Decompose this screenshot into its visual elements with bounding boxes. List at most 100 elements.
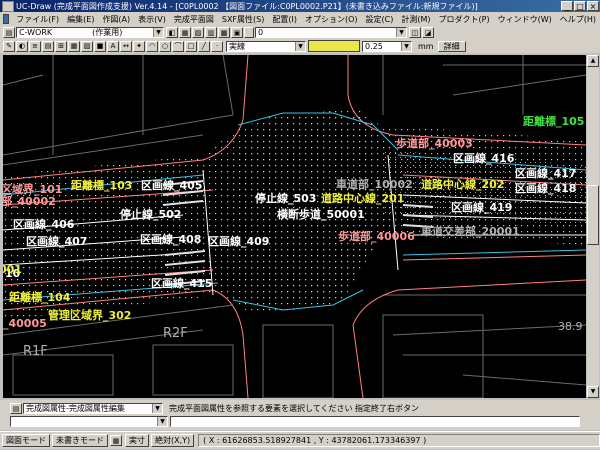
mode-combo[interactable]: 完成図属性-完成図属性編集 ▼ xyxy=(23,403,163,414)
arc-icon[interactable]: ◠ xyxy=(146,40,158,52)
drawing-label: 38.9 xyxy=(558,320,583,333)
layer-list-icon[interactable]: ▦ xyxy=(179,27,191,38)
line-style-icon[interactable]: ≡ xyxy=(29,40,41,52)
command-icon[interactable]: ▤ xyxy=(10,403,22,414)
menu-bar: ファイル(F) 編集(E) 作図(A) 表示(V) 完成平面図 SXF属性(S)… xyxy=(0,12,600,27)
command-input[interactable] xyxy=(170,416,580,427)
rect-icon[interactable]: □ xyxy=(185,40,197,52)
drawing-label[interactable]: 区画線_416 xyxy=(453,151,515,165)
layer-settings-icon[interactable]: ▣ xyxy=(231,27,243,38)
drawing-label[interactable]: 距離標_103 xyxy=(71,178,132,192)
drawing-label[interactable]: 距離標_104 xyxy=(9,290,71,304)
menu-view[interactable]: 表示(V) xyxy=(134,14,170,25)
menu-place[interactable]: 配置(I) xyxy=(268,14,301,25)
hatch-icon[interactable]: ▨ xyxy=(81,40,93,52)
scroll-thumb[interactable] xyxy=(587,185,599,245)
layer-color-icon[interactable]: ▩ xyxy=(218,27,230,38)
scroll-down-icon[interactable]: ▼ xyxy=(587,386,599,398)
dimension-icon[interactable]: ↔ xyxy=(120,40,132,52)
point-icon[interactable]: · xyxy=(211,40,223,52)
drawing-mode-button[interactable]: 図面モード xyxy=(2,434,50,447)
drawing-label[interactable]: 区画線_406 xyxy=(13,217,75,231)
actual-size-button[interactable]: 実寸 xyxy=(125,434,149,447)
line-icon[interactable]: ╱ xyxy=(198,40,210,52)
drawing-label[interactable]: 区画線_415 xyxy=(151,276,212,290)
drawing-label[interactable]: 区画線_409 xyxy=(208,234,269,248)
drawing-label[interactable]: 道路中心線_201 xyxy=(321,191,404,205)
drawing-label[interactable]: 001 xyxy=(3,263,22,276)
drawing-label[interactable]: 停止線_502 xyxy=(120,207,181,221)
drawing-label[interactable]: 車道部_10002 xyxy=(336,177,413,191)
document-icon[interactable] xyxy=(3,14,10,24)
layer-slot-combo[interactable]: 0 ▼ xyxy=(255,27,407,38)
circle-icon[interactable]: ○ xyxy=(159,40,171,52)
menu-settings[interactable]: 設定(C) xyxy=(362,14,398,25)
drawing-label[interactable]: 区域界_101 xyxy=(3,182,62,196)
line-color-swatch[interactable] xyxy=(308,40,360,52)
menu-edit[interactable]: 編集(E) xyxy=(63,14,98,25)
polyline-icon[interactable]: ⌒ xyxy=(172,40,184,52)
pen-icon[interactable]: ✎ xyxy=(3,40,15,52)
scroll-up-icon[interactable]: ▲ xyxy=(587,55,599,67)
close-button[interactable]: × xyxy=(587,1,599,11)
command-prompt: 完成平面図属性を参照する要素を選択してください 指定終了右ボタン xyxy=(169,404,420,413)
command-input-row: ▼ xyxy=(10,415,582,428)
menu-measure[interactable]: 計測(M) xyxy=(397,14,434,25)
absolute-coords-button[interactable]: 絶対(X,Y) xyxy=(151,434,195,447)
layer-toggle-icon[interactable]: ▤ xyxy=(42,40,54,52)
line-width-combo[interactable]: 0.25 ▼ xyxy=(362,40,412,52)
symbol-icon[interactable]: ✦ xyxy=(133,40,145,52)
app-icon xyxy=(2,0,14,12)
layer-prev-icon[interactable]: ◧ xyxy=(166,27,178,38)
fill-icon[interactable]: ■ xyxy=(94,40,106,52)
snap-icon[interactable]: ⊞ xyxy=(55,40,67,52)
grid-icon[interactable]: ▦ xyxy=(68,40,80,52)
pan-icon[interactable]: ◪ xyxy=(422,27,434,38)
drawing-canvas[interactable]: 歩道部_40003 距離標_105 区画線_416 区画線_417 区画線_41… xyxy=(3,55,586,398)
menu-product[interactable]: プロダクト(P) xyxy=(435,14,494,25)
detail-button[interactable]: 詳細 xyxy=(437,40,466,52)
drawing-label[interactable]: 横断歩道_50001 xyxy=(277,207,365,221)
chevron-down-icon: ▼ xyxy=(157,417,167,426)
drawing-svg[interactable]: 歩道部_40003 距離標_105 区画線_416 区画線_417 区画線_41… xyxy=(3,55,586,398)
drawing-label[interactable]: _40005 xyxy=(3,317,47,330)
menu-window[interactable]: ウィンドウ(W) xyxy=(494,14,556,25)
drawing-label[interactable]: 区画線_405 xyxy=(141,178,202,192)
menu-completion-plan[interactable]: 完成平面図 xyxy=(170,14,218,25)
drawing-label[interactable]: 区画線_407 xyxy=(26,234,87,248)
drawing-label[interactable]: 停止線_503 xyxy=(255,191,316,205)
minimize-button[interactable]: _ xyxy=(561,1,573,11)
drawing-label[interactable]: 区画線_417 xyxy=(515,166,576,180)
menu-options[interactable]: オプション(O) xyxy=(301,14,362,25)
drawing-label[interactable]: 歩道部_40003 xyxy=(396,136,473,150)
layer-hatch-icon[interactable]: ▨ xyxy=(192,27,204,38)
unwritten-mode-button[interactable]: 未書きモード xyxy=(52,434,108,447)
drawing-label[interactable]: 区画線_418 xyxy=(515,181,576,195)
layer-check-icon[interactable] xyxy=(244,27,254,38)
drawing-label[interactable]: 区画線_408 xyxy=(140,232,201,246)
menu-file[interactable]: ファイル(F) xyxy=(12,14,63,25)
color-picker-icon[interactable]: ◐ xyxy=(16,40,28,52)
maximize-button[interactable]: □ xyxy=(574,1,586,11)
line-type-combo[interactable]: 実線 ▼ xyxy=(226,40,306,52)
text-style-icon[interactable]: A xyxy=(107,40,119,52)
menu-sxf-attr[interactable]: SXF属性(S) xyxy=(218,14,268,25)
command-history-combo[interactable]: ▼ xyxy=(10,416,168,427)
drawing-label[interactable]: 車道交差部_20001 xyxy=(421,224,520,238)
layer-combo[interactable]: C-WORK (作業用) ▼ xyxy=(16,27,164,38)
vertical-scrollbar[interactable]: ▲ ▼ xyxy=(587,55,599,398)
layer-icon[interactable]: ▤ xyxy=(3,27,15,38)
drawing-label[interactable]: 管理区域界_302 xyxy=(48,308,131,322)
drawing-label[interactable]: 距離標_105 xyxy=(523,114,584,128)
menu-draw[interactable]: 作図(A) xyxy=(98,14,134,25)
drawing-label[interactable]: 歩道部_40006 xyxy=(338,229,415,243)
chevron-down-icon: ▼ xyxy=(295,41,305,51)
layer-filter-icon[interactable]: ▥ xyxy=(205,27,217,38)
snap-toggle-icon[interactable]: ▦ xyxy=(110,435,122,446)
drawing-label[interactable]: 部_40002 xyxy=(3,194,56,208)
menu-help[interactable]: ヘルプ(H) xyxy=(556,14,600,25)
drawing-label[interactable]: 区画線_419 xyxy=(451,200,512,214)
zoom-window-icon[interactable]: ◫ xyxy=(409,27,421,38)
drawing-label[interactable]: 道路中心線_202 xyxy=(421,177,504,191)
chevron-down-icon: ▼ xyxy=(152,404,162,413)
